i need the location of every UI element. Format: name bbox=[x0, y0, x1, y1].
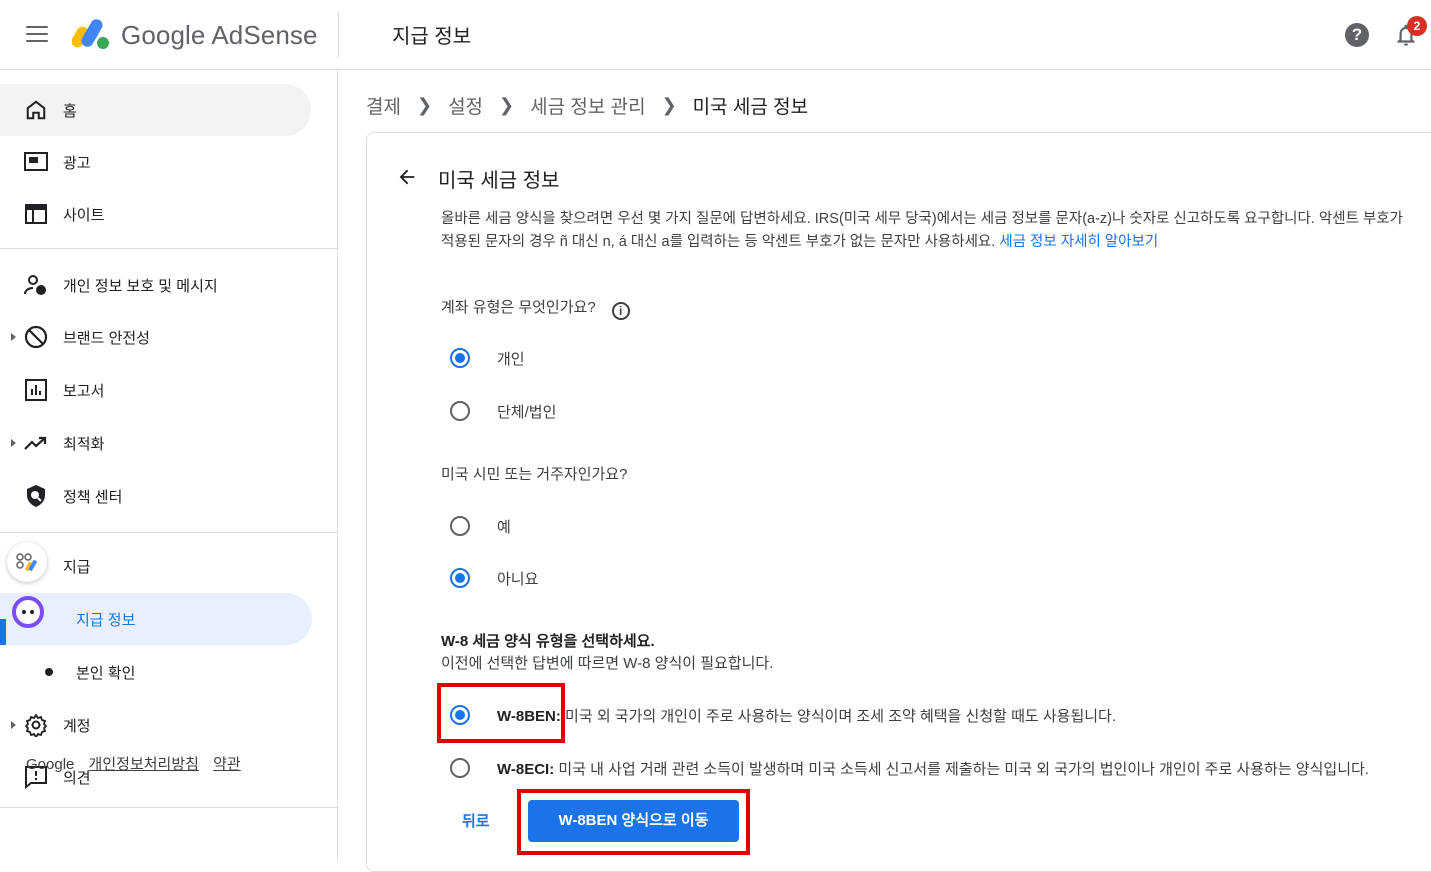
back-arrow-icon[interactable] bbox=[396, 166, 418, 188]
sites-icon bbox=[24, 202, 48, 226]
policy-shield-icon bbox=[24, 484, 48, 508]
form-desc: 미국 내 사업 거래 관련 소득이 발생하며 미국 소득세 신고서를 제출하는 … bbox=[558, 760, 1369, 778]
radio-button-checked[interactable] bbox=[450, 568, 470, 588]
radio-label: W-8ECI: 미국 내 사업 거래 관련 소득이 발생하며 미국 소득세 신고… bbox=[497, 758, 1369, 779]
radio-label: W-8BEN: 미국 외 국가의 개인이 주로 사용하는 양식이며 조세 조약 … bbox=[497, 705, 1116, 726]
adsense-logo-icon[interactable] bbox=[72, 16, 110, 50]
sidebar-item-label: 광고 bbox=[63, 154, 91, 172]
reports-icon bbox=[24, 378, 48, 402]
sidebar-item-label: 개인 정보 보호 및 메시지 bbox=[63, 277, 218, 295]
trending-icon bbox=[24, 431, 48, 455]
question-label: 계좌 유형은 무엇인가요? bbox=[441, 299, 596, 316]
sidebar-item-identity[interactable]: 본인 확인 bbox=[0, 646, 312, 698]
sidebar-item-home[interactable]: 홈 bbox=[0, 84, 311, 136]
info-icon[interactable]: i bbox=[611, 302, 630, 320]
radio-no[interactable]: 아니요 bbox=[450, 566, 538, 590]
radio-button[interactable] bbox=[450, 401, 470, 421]
back-button[interactable]: 뒤로 bbox=[462, 810, 490, 831]
chevron-right-icon: ❯ bbox=[661, 95, 677, 115]
sidebar-item-payments-info[interactable]: 지급 정보 bbox=[0, 593, 312, 645]
bullet-icon bbox=[45, 668, 53, 676]
assistant-bot-icon[interactable] bbox=[12, 596, 44, 628]
expand-caret-icon[interactable] bbox=[11, 721, 16, 729]
breadcrumb: 결제 ❯ 설정 ❯ 세금 정보 관리 ❯ 미국 세금 정보 bbox=[366, 92, 808, 119]
chevron-right-icon: ❯ bbox=[499, 95, 515, 115]
radio-w8eci[interactable]: W-8ECI: 미국 내 사업 거래 관련 소득이 발생하며 미국 소득세 신고… bbox=[450, 756, 1369, 780]
active-indicator bbox=[0, 619, 6, 645]
help-icon[interactable]: ? bbox=[1345, 23, 1369, 47]
sidebar-footer: Google 개인정보처리방침 약관 bbox=[26, 753, 241, 774]
w8-section-title: W-8 세금 양식 유형을 선택하세요. bbox=[441, 633, 655, 650]
sidebar-item-label: 계정 bbox=[63, 717, 91, 735]
breadcrumb-current: 미국 세금 정보 bbox=[692, 97, 809, 118]
radio-label: 단체/법인 bbox=[497, 403, 557, 421]
sidebar-item-optimization[interactable]: 최적화 bbox=[0, 417, 312, 469]
breadcrumb-tax-info[interactable]: 세금 정보 관리 bbox=[530, 92, 645, 119]
page-title: 지급 정보 bbox=[392, 26, 472, 48]
brand-name[interactable]: Google AdSense bbox=[121, 20, 318, 51]
sidebar-item-account[interactable]: 계정 bbox=[0, 699, 312, 751]
sidebar-item-label: 최적화 bbox=[63, 435, 105, 453]
expand-caret-icon[interactable] bbox=[11, 333, 16, 341]
form-name: W-8ECI: bbox=[497, 760, 555, 778]
sidebar-divider bbox=[0, 248, 338, 249]
sidebar-item-label: 지급 bbox=[63, 558, 91, 576]
sidebar-item-label: 보고서 bbox=[63, 382, 105, 400]
expand-caret-icon[interactable] bbox=[11, 439, 16, 447]
sidebar-item-ads[interactable]: 광고 bbox=[0, 136, 312, 188]
breadcrumb-payments[interactable]: 결제 bbox=[366, 92, 401, 119]
ads-icon bbox=[24, 150, 48, 174]
radio-yes[interactable]: 예 bbox=[450, 514, 511, 538]
radio-label: 개인 bbox=[497, 350, 525, 368]
gear-icon bbox=[24, 713, 48, 737]
account-type-question: 계좌 유형은 무엇인가요? i bbox=[441, 296, 630, 320]
breadcrumb-settings[interactable]: 설정 bbox=[448, 92, 483, 119]
radio-label: 예 bbox=[497, 518, 511, 536]
sidebar: 홈 광고 사이트 개인 정보 보호 및 메시지 브랜드 안전성 보고서 최적화 … bbox=[0, 70, 338, 860]
card-title: 미국 세금 정보 bbox=[438, 170, 560, 192]
privacy-icon bbox=[24, 273, 48, 297]
privacy-policy-link[interactable]: 개인정보처리방침 bbox=[89, 756, 199, 773]
sidebar-divider bbox=[0, 807, 338, 808]
learn-more-link[interactable]: 세금 정보 자세히 알아보기 bbox=[999, 234, 1158, 250]
radio-entity[interactable]: 단체/법인 bbox=[450, 399, 556, 423]
sidebar-item-label: 사이트 bbox=[63, 206, 105, 224]
extension-widget-icon[interactable] bbox=[7, 542, 47, 582]
sidebar-item-payments[interactable]: 지급 bbox=[0, 540, 312, 592]
footer-google-label: Google bbox=[26, 756, 75, 773]
sidebar-item-privacy[interactable]: 개인 정보 보호 및 메시지 bbox=[0, 259, 312, 311]
header-divider bbox=[338, 12, 339, 58]
home-icon bbox=[24, 98, 48, 122]
sidebar-item-sites[interactable]: 사이트 bbox=[0, 188, 312, 240]
sidebar-item-label: 홈 bbox=[63, 102, 77, 120]
w8-section-subtitle: 이전에 선택한 답변에 따르면 W-8 양식이 필요합니다. bbox=[441, 655, 774, 672]
block-icon bbox=[24, 325, 48, 349]
annotation-highlight-box bbox=[437, 683, 565, 743]
notification-badge: 2 bbox=[1407, 16, 1427, 36]
sidebar-item-label: 본인 확인 bbox=[76, 664, 136, 682]
sidebar-item-policy-center[interactable]: 정책 센터 bbox=[0, 470, 312, 522]
intro-body: 올바른 세금 양식을 찾으려면 우선 몇 가지 질문에 답변하세요. IRS(미… bbox=[441, 211, 1403, 250]
sidebar-divider bbox=[0, 532, 338, 533]
sidebar-item-label: 브랜드 안전성 bbox=[63, 329, 150, 347]
radio-button-checked[interactable] bbox=[450, 348, 470, 368]
intro-text: 올바른 세금 양식을 찾으려면 우선 몇 가지 질문에 답변하세요. IRS(미… bbox=[441, 208, 1416, 254]
menu-icon[interactable] bbox=[26, 26, 48, 44]
form-desc: 미국 외 국가의 개인이 주로 사용하는 양식이며 조세 조약 혜택을 신청할 … bbox=[565, 707, 1117, 725]
annotation-highlight-box bbox=[517, 789, 750, 855]
us-citizen-question: 미국 시민 또는 거주자인가요? bbox=[441, 466, 628, 483]
top-app-bar: Google AdSense 지급 정보 ? 2 bbox=[0, 0, 1431, 70]
sidebar-item-reports[interactable]: 보고서 bbox=[0, 364, 312, 416]
radio-individual[interactable]: 개인 bbox=[450, 346, 525, 370]
radio-label: 아니요 bbox=[497, 570, 539, 588]
radio-button[interactable] bbox=[450, 758, 470, 778]
radio-button[interactable] bbox=[450, 516, 470, 536]
sidebar-item-label: 지급 정보 bbox=[76, 611, 136, 629]
terms-link[interactable]: 약관 bbox=[213, 756, 241, 773]
chevron-right-icon: ❯ bbox=[416, 95, 433, 115]
sidebar-item-brand-safety[interactable]: 브랜드 안전성 bbox=[0, 311, 312, 363]
sidebar-item-label: 정책 센터 bbox=[63, 488, 123, 506]
